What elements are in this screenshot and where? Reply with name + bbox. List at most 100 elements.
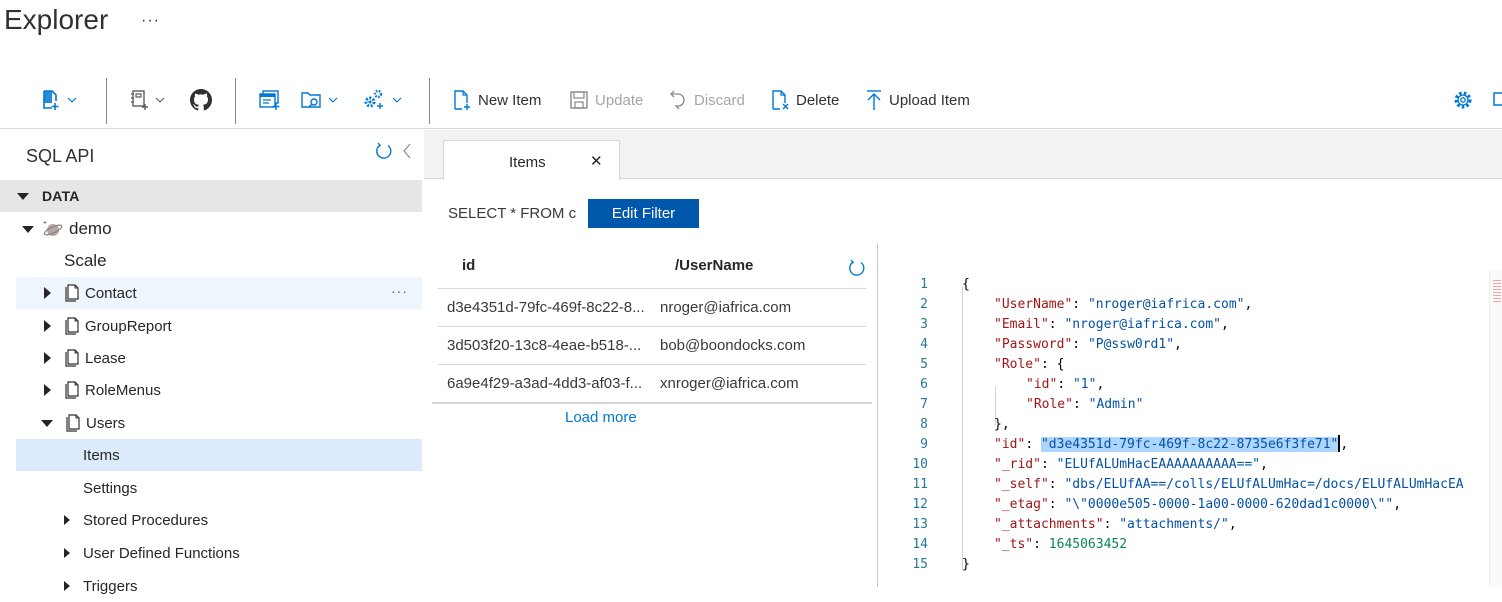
new-container-button[interactable] [41, 72, 77, 128]
settings-button[interactable] [1452, 72, 1474, 128]
line-number: 13 [912, 517, 928, 532]
line-number: 1 [920, 277, 928, 292]
line-number: 11 [912, 477, 928, 492]
tree-label: Lease [85, 349, 126, 367]
column-header-id[interactable]: id [462, 257, 475, 274]
discard-button[interactable]: Discard [670, 72, 745, 128]
resource-tree-panel: SQL API DATA demo Scale Contact ··· Grou… [0, 130, 424, 595]
tree-user-defined-functions[interactable]: User Defined Functions [16, 537, 422, 569]
upload-item-label: Upload Item [889, 91, 970, 109]
refresh-icon[interactable] [374, 141, 394, 161]
tree-scale[interactable]: Scale [16, 245, 422, 277]
code-line: "Role": { [994, 357, 1065, 372]
edit-filter-button[interactable]: Edit Filter [588, 199, 699, 228]
load-more-link[interactable]: Load more [565, 409, 637, 426]
cell-username: xnroger@iafrica.com [660, 375, 799, 392]
cell-username: bob@boondocks.com [660, 337, 806, 354]
tree-label: Items [83, 446, 120, 464]
table-row[interactable]: 6a9e4f29-a3ad-4dd3-af03-f... xnroger@iaf… [438, 364, 866, 402]
open-folder-button[interactable] [300, 72, 338, 128]
tree-items[interactable]: Items [16, 439, 422, 471]
container-icon [65, 317, 79, 335]
refresh-icon[interactable] [847, 258, 867, 278]
line-number: 4 [920, 337, 928, 352]
delete-label: Delete [796, 91, 840, 109]
new-document-icon [454, 90, 470, 110]
tree-database-demo[interactable]: demo [16, 213, 422, 245]
cell-id: d3e4351d-79fc-469f-8c22-8... [447, 299, 645, 316]
collapse-triangle-icon [22, 225, 34, 233]
query-text: SELECT * FROM c [448, 205, 577, 222]
open-query-button[interactable] [259, 72, 281, 128]
delete-button[interactable]: Delete [770, 72, 839, 128]
container-icon [65, 381, 79, 399]
discard-label: Discard [694, 91, 745, 109]
tree-triggers[interactable]: Triggers [16, 570, 422, 602]
toolbar-divider [429, 78, 430, 124]
notebook-icon [131, 90, 148, 110]
line-number: 5 [920, 357, 928, 372]
new-item-button[interactable]: New Item [452, 72, 541, 128]
grid-header: id /UserName [432, 244, 872, 288]
toolbar-divider [235, 78, 236, 124]
line-number: 2 [920, 297, 928, 312]
tab-label: Items [509, 154, 546, 171]
line-number: 15 [912, 557, 928, 572]
more-options-button[interactable]: ··· [141, 12, 160, 30]
tree-container-lease[interactable]: Lease [16, 342, 422, 374]
section-data[interactable]: DATA [0, 180, 422, 212]
tree-label: demo [69, 219, 112, 238]
tree-label: RoleMenus [85, 381, 161, 399]
github-button[interactable] [190, 72, 212, 128]
chevron-down-icon [392, 97, 402, 103]
tree-label: Scale [64, 251, 107, 270]
context-menu-button[interactable]: ··· [391, 283, 408, 299]
new-notebook-button[interactable] [129, 72, 165, 128]
close-icon[interactable]: ✕ [590, 152, 603, 170]
code-line: "id": "1", [1026, 377, 1105, 392]
save-icon [570, 91, 588, 109]
tree-container-users[interactable]: Users [16, 407, 422, 439]
collapse-panel-icon[interactable] [402, 142, 412, 160]
tree-label: GroupReport [85, 317, 172, 335]
tree-label: Settings [83, 479, 138, 497]
tree-container-contact[interactable]: Contact ··· [16, 277, 422, 309]
collapse-triangle-icon [41, 419, 53, 427]
tree-container-groupreport[interactable]: GroupReport [16, 310, 422, 342]
chevron-down-icon [67, 97, 77, 103]
selected-text: "d3e4351d-79fc-469f-8c22-8735e6f3fe71" [1040, 437, 1339, 452]
cell-username: nroger@iafrica.com [660, 299, 792, 316]
collapse-triangle-icon [17, 192, 29, 200]
documents-grid: id /UserName d3e4351d-79fc-469f-8c22-8..… [432, 244, 872, 404]
tab-items[interactable]: Items ✕ [443, 140, 620, 180]
page-title: Explorer [4, 4, 109, 35]
expand-triangle-icon [64, 581, 70, 591]
tree-container-rolemenus[interactable]: RoleMenus [16, 374, 422, 406]
code-line: }, [994, 417, 1010, 432]
tree-stored-procedures[interactable]: Stored Procedures [16, 504, 422, 536]
table-row[interactable]: 3d503f20-13c8-4eae-b518-... bob@boondock… [438, 326, 866, 364]
toolbar: New Item Update Discard Delete Upload It… [0, 72, 1502, 129]
json-editor[interactable]: 1 { 2 "UserName": "nroger@iafrica.com", 3 "… [878, 270, 1488, 587]
expand-triangle-icon [44, 352, 51, 364]
table-row[interactable]: d3e4351d-79fc-469f-8c22-8... nroger@iafr… [438, 288, 866, 326]
container-icon [65, 284, 79, 302]
line-number: 7 [920, 397, 928, 412]
tree-settings[interactable]: Settings [16, 472, 422, 504]
update-button[interactable]: Update [569, 72, 643, 128]
minimap-preview [1493, 280, 1501, 302]
code-line: "_etag": "\"0000e505-0000-1a00-0000-620d… [994, 497, 1402, 512]
grid-divider [432, 402, 872, 404]
api-title: SQL API [26, 146, 95, 166]
expand-triangle-icon [44, 384, 51, 396]
code-line: "UserName": "nroger@iafrica.com", [994, 297, 1253, 312]
feedback-button[interactable] [1492, 72, 1502, 128]
container-icon [65, 349, 79, 367]
gear-icon [1454, 91, 1472, 109]
upload-item-button[interactable]: Upload Item [865, 72, 970, 128]
editor-minimap[interactable] [1489, 270, 1502, 587]
column-header-username[interactable]: /UserName [675, 257, 753, 274]
query-tab-icon [259, 90, 280, 110]
code-line: "_attachments": "attachments/", [994, 517, 1237, 532]
new-settings-button[interactable] [362, 72, 402, 128]
